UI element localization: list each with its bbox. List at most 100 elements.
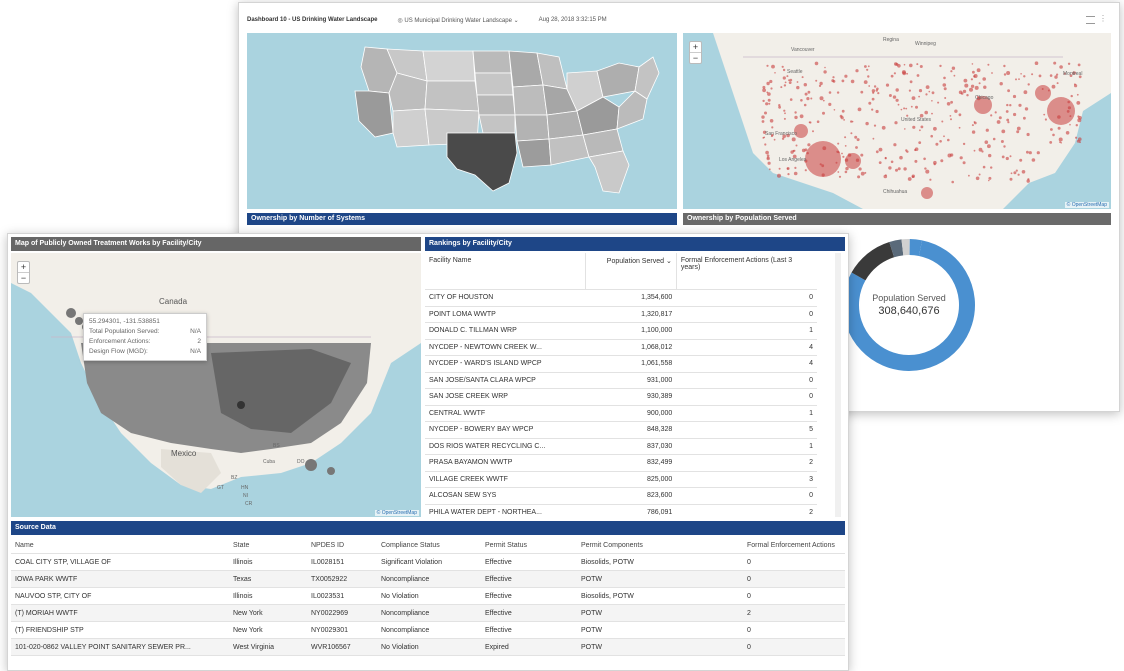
rankings-scrollbar[interactable] [835, 253, 841, 517]
facility-point [1034, 61, 1039, 65]
table-row[interactable]: DOS RIOS WATER RECYCLING C... 837,030 1 [425, 438, 817, 455]
facility-point [1023, 75, 1026, 78]
facility-point [1027, 178, 1030, 181]
facility-point [812, 130, 814, 133]
facility-point [910, 105, 913, 108]
panel-header-source-data: Source Data [11, 521, 845, 535]
map-label-gt: GT [217, 485, 224, 491]
facility-point [866, 68, 869, 71]
map-tooltip: 55.294301, -131.538851 Total Population … [83, 313, 207, 361]
map-attribution[interactable]: © OpenStreetMap [374, 510, 419, 516]
cell-population: 786,091 [585, 504, 677, 517]
table-row[interactable]: DONALD C. TILLMAN WRP 1,100,000 1 [425, 322, 817, 340]
zoom-in-button[interactable]: + [690, 42, 701, 53]
choropleth-map[interactable] [247, 33, 677, 209]
cell-population: 1,061,558 [585, 355, 677, 373]
datasource-label[interactable]: ◎ US Municipal Drinking Water Landscape … [397, 17, 518, 24]
bubble-map-svg [683, 33, 1111, 209]
cell-permit-components: POTW [577, 638, 743, 656]
facility-point [987, 63, 990, 66]
facility-point [990, 114, 993, 117]
table-row[interactable]: POINT LOMA WWTP 1,320,817 0 [425, 306, 817, 323]
north-america-land [683, 33, 1111, 209]
facility-point [845, 166, 849, 171]
state-shape [588, 150, 630, 194]
column-header-permit-components[interactable]: Permit Components [577, 537, 743, 554]
column-header-permit-status[interactable]: Permit Status [481, 537, 577, 554]
zoom-in-button[interactable]: + [18, 262, 29, 273]
facility-point [787, 173, 790, 176]
sort-desc-icon[interactable]: ⌄ [666, 258, 672, 265]
table-row[interactable]: VILLAGE CREEK WWTF 825,000 3 [425, 471, 817, 488]
population-bubble-map[interactable]: + − Vancouver Regina Winnipeg Seattle Mo… [683, 33, 1111, 209]
column-header-compliance[interactable]: Compliance Status [377, 537, 481, 554]
facility-point [819, 81, 823, 86]
table-row[interactable]: CITY OF HOUSTON 1,354,600 0 [425, 289, 817, 307]
table-row[interactable]: PRASA BAYAMON WWTP 832,499 2 [425, 454, 817, 472]
facility-point [903, 107, 906, 110]
donut-segment[interactable] [909, 239, 923, 257]
table-row[interactable]: (T) MORIAH WWTF New York NY0022969 Noncompl… [11, 604, 845, 622]
column-header-facility[interactable]: Facility Name [425, 253, 587, 290]
more-options-icon[interactable]: ⋮ [1099, 14, 1107, 23]
state-shape [476, 94, 516, 116]
facility-point [841, 79, 845, 83]
zoom-control: + − [689, 41, 702, 64]
column-header-enforcement[interactable]: Formal Enforcement Actions (Last 3 years… [676, 253, 817, 290]
facility-point [864, 65, 867, 68]
table-row[interactable]: COAL CITY STP, VILLAGE OF Illinois IL00281… [11, 553, 845, 571]
facility-point [768, 168, 771, 171]
table-row[interactable]: (T) FRIENDSHIP STP New York NY0029301 Nonco… [11, 621, 845, 639]
layout-icon[interactable] [1086, 16, 1095, 24]
facility-point [774, 72, 776, 74]
facility-point [1028, 151, 1032, 155]
facility-point [987, 144, 991, 149]
column-header-npdes[interactable]: NPDES ID [307, 537, 377, 554]
facility-dot [75, 317, 83, 325]
datasource-icon: ◎ [397, 17, 403, 24]
cell-facility: CITY OF HOUSTON [425, 289, 586, 307]
cell-state: Illinois [229, 553, 307, 571]
facility-point [1027, 83, 1030, 86]
potw-map[interactable]: + − Canada Mexico Cuba BS DO BZ GT HN NI… [11, 253, 421, 517]
facility-point [804, 169, 807, 172]
cell-enforcement: 0 [676, 372, 817, 389]
cell-population: 1,068,012 [585, 339, 677, 356]
map-attribution[interactable]: © OpenStreetMap [1064, 202, 1109, 208]
zoom-out-button[interactable]: − [690, 53, 701, 63]
facility-point [816, 120, 820, 123]
table-row[interactable]: PHILA WATER DEPT - NORTHEA... 786,091 2 [425, 504, 817, 517]
state-shape [474, 72, 514, 96]
facility-point [858, 167, 862, 171]
facility-point [831, 79, 835, 83]
facility-point [790, 150, 794, 154]
column-header-population[interactable]: Population Served ⌄ [585, 253, 677, 290]
cell-permit-status: Effective [481, 587, 577, 605]
cell-population: 930,389 [585, 388, 677, 406]
table-row[interactable]: CENTRAL WWTF 900,000 1 [425, 405, 817, 422]
facility-point [844, 145, 847, 147]
table-row[interactable]: NAUVOO STP, CITY OF Illinois IL0023531 No V… [11, 587, 845, 605]
facility-point [1024, 107, 1029, 111]
table-row[interactable]: ALCOSAN SEW SYS 823,600 0 [425, 487, 817, 505]
donut-segment[interactable] [851, 242, 895, 281]
table-row[interactable]: NYCDEP - NEWTOWN CREEK W... 1,068,012 4 [425, 339, 817, 356]
table-row[interactable]: 101-020-0862 VALLEY POINT SANITARY SEWER… [11, 638, 845, 656]
facility-point [782, 68, 786, 72]
donut-segment[interactable] [889, 239, 904, 258]
table-row[interactable]: SAN JOSE/SANTA CLARA WPCP 931,000 0 [425, 372, 817, 389]
cell-permit-components: Biosolids, POTW [577, 553, 743, 571]
table-row[interactable]: SAN JOSE CREEK WRP 930,389 0 [425, 388, 817, 406]
table-row[interactable]: IOWA PARK WWTF Texas TX0052922 Noncomplianc… [11, 570, 845, 588]
facility-point [794, 166, 797, 169]
table-row[interactable]: NYCDEP - WARD'S ISLAND WPCP 1,061,558 4 [425, 355, 817, 373]
column-header-formal-actions[interactable]: Formal Enforcement Actions [743, 537, 845, 554]
column-header-state[interactable]: State [229, 537, 307, 554]
facility-point [919, 129, 921, 132]
cell-population: 900,000 [585, 405, 677, 422]
column-header-name[interactable]: Name [11, 537, 229, 554]
zoom-out-button[interactable]: − [18, 273, 29, 283]
table-row[interactable]: NYCDEP - BOWERY BAY WPCP 848,328 5 [425, 421, 817, 439]
facility-point [925, 93, 928, 96]
facility-point [799, 114, 804, 119]
